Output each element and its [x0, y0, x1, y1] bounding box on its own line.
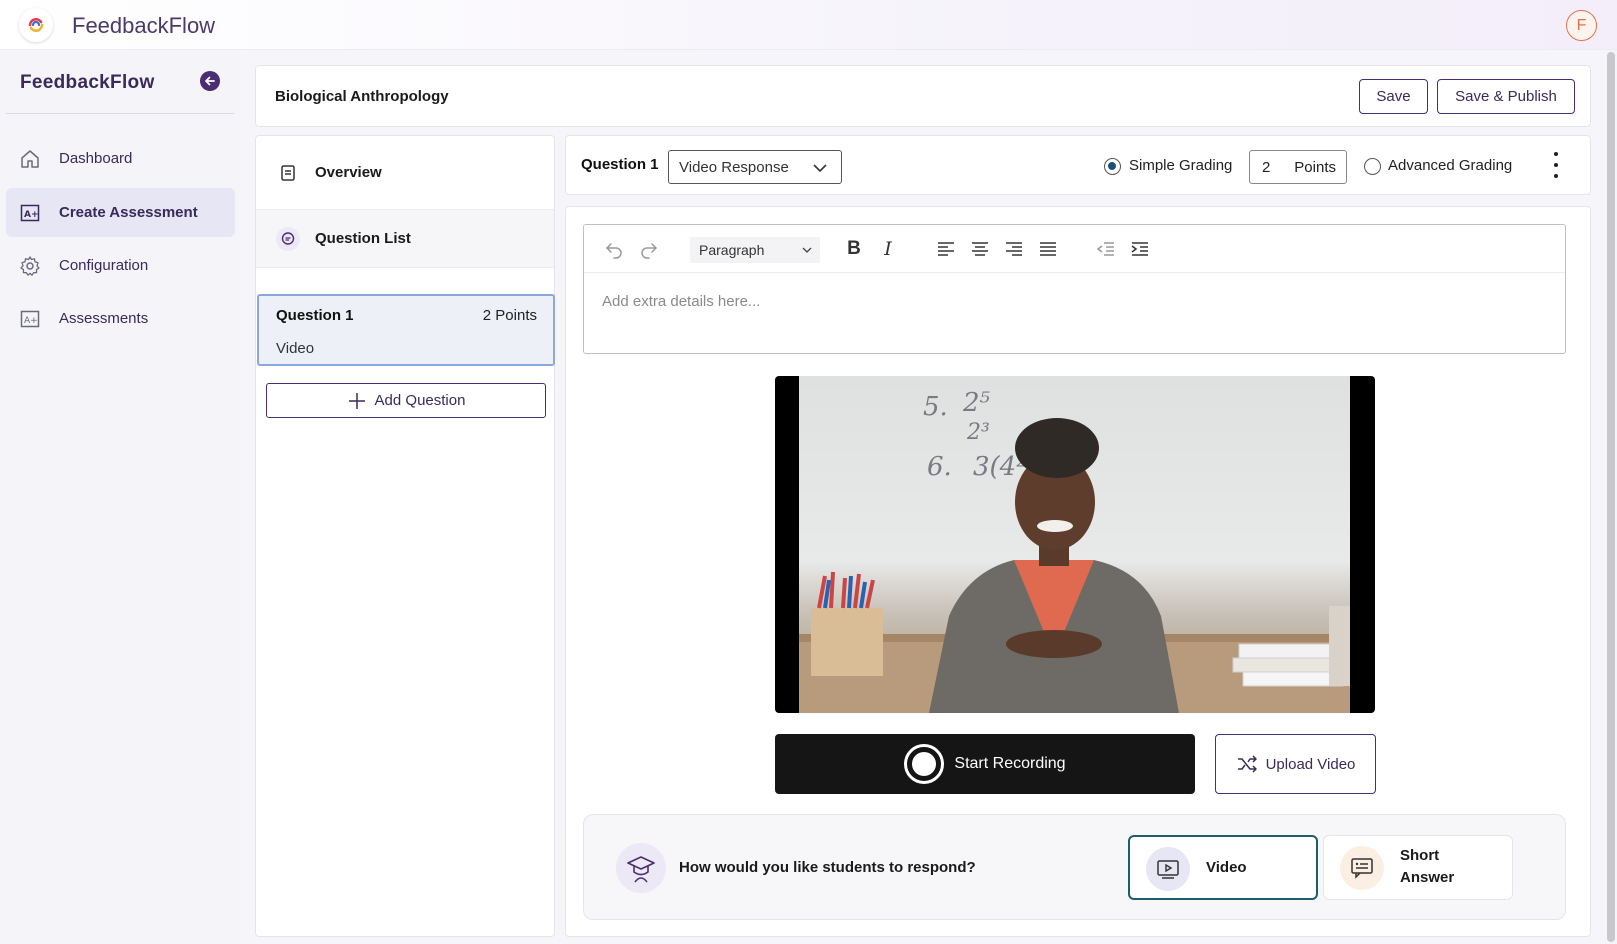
sidebar-item-label: Dashboard — [59, 150, 133, 167]
chevron-down-icon — [802, 247, 812, 253]
redo-icon[interactable] — [637, 237, 661, 261]
response-option-label: Short Answer — [1400, 847, 1455, 886]
question-type-value: Video Response — [679, 158, 789, 176]
graduation-cap-icon — [616, 843, 666, 893]
collapse-sidebar-button[interactable] — [200, 71, 220, 91]
question-list-item[interactable]: Question List — [256, 210, 554, 268]
chat-icon — [276, 226, 300, 251]
undo-icon[interactable] — [602, 237, 626, 261]
editor-placeholder: Add extra details here... — [602, 293, 761, 310]
grade-icon: A+ — [18, 201, 42, 225]
sidebar-brand: FeedbackFlow — [20, 72, 155, 93]
sidebar-divider — [6, 113, 234, 114]
add-question-button[interactable]: Add Question — [266, 383, 546, 418]
advanced-grading-label: Advanced Grading — [1388, 157, 1513, 174]
align-justify-icon[interactable] — [1036, 237, 1060, 261]
simple-grading-label: Simple Grading — [1129, 157, 1233, 174]
svg-text:A+: A+ — [24, 316, 38, 326]
overview-item[interactable]: Overview — [256, 136, 554, 210]
question-card-points: 2 Points — [482, 307, 537, 324]
question-list-label: Question List — [315, 230, 411, 247]
user-avatar[interactable]: F — [1566, 10, 1597, 41]
question-card[interactable]: Question 1 2 Points Video — [257, 294, 555, 366]
bold-icon[interactable]: B — [842, 237, 866, 261]
chevron-down-icon — [813, 164, 827, 173]
sidebar-item-label: Configuration — [59, 257, 149, 274]
editor-toolbar: Paragraph B I — [584, 225, 1565, 273]
assessment-header: Biological Anthropology Save Save & Publ… — [255, 65, 1591, 127]
response-question: How would you like students to respond? — [679, 859, 976, 876]
video-play-icon — [1146, 847, 1190, 891]
sidebar-item-label: Assessments — [59, 310, 149, 327]
svg-text:A+: A+ — [24, 210, 39, 220]
block-format-select[interactable]: Paragraph — [690, 237, 820, 263]
align-center-icon[interactable] — [968, 237, 992, 261]
scrollbar-thumb[interactable] — [1607, 52, 1615, 942]
question-editor-card: Paragraph B I Add extra details here... … — [565, 206, 1591, 937]
video-preview[interactable]: 5. 2⁵ 2³ 6. 3(4² + — [775, 376, 1375, 713]
question-card-title: Question 1 — [276, 307, 354, 324]
teacher-illustration — [799, 418, 1350, 713]
shuffle-icon — [1237, 755, 1257, 773]
start-recording-button[interactable]: Start Recording — [775, 734, 1195, 794]
question-toolbar: Question 1 Video Response Simple Grading… — [565, 135, 1591, 195]
sidebar-item-dashboard[interactable]: Dashboard — [6, 134, 235, 183]
sidebar-item-label: Create Assessment — [59, 204, 198, 221]
block-format-value: Paragraph — [699, 242, 765, 258]
home-icon — [18, 147, 42, 171]
italic-icon[interactable]: I — [876, 237, 900, 261]
gear-icon — [18, 254, 42, 278]
advanced-grading-radio[interactable] — [1364, 158, 1381, 175]
message-text-icon — [1340, 846, 1384, 890]
sidebar-item-create-assessment[interactable]: A+ Create Assessment — [6, 188, 235, 237]
sidebar-item-configuration[interactable]: Configuration — [6, 241, 235, 290]
response-option-video[interactable]: Video — [1128, 835, 1318, 900]
align-left-icon[interactable] — [934, 237, 958, 261]
simple-grading-radio[interactable] — [1104, 158, 1121, 175]
video-frame-image: 5. 2⁵ 2³ 6. 3(4² + — [799, 376, 1350, 713]
course-title: Biological Anthropology — [275, 88, 449, 105]
start-recording-label: Start Recording — [954, 755, 1066, 772]
save-button[interactable]: Save — [1359, 79, 1428, 114]
points-input[interactable]: 2 Points — [1249, 150, 1347, 184]
app-title: FeedbackFlow — [72, 13, 216, 38]
indent-icon[interactable] — [1128, 237, 1152, 261]
sidebar-item-assessments[interactable]: A+ Assessments — [6, 294, 235, 343]
points-unit: Points — [1294, 159, 1336, 176]
plus-icon — [348, 392, 365, 409]
question-label: Question 1 — [581, 156, 659, 173]
save-publish-button[interactable]: Save & Publish — [1437, 79, 1575, 114]
upload-video-button[interactable]: Upload Video — [1215, 734, 1376, 794]
record-icon — [904, 744, 945, 784]
response-option-label: Video — [1206, 859, 1247, 876]
overview-label: Overview — [315, 164, 382, 181]
arrow-left-icon — [205, 76, 215, 86]
question-panel: Overview Question List Question 1 2 Poin… — [255, 135, 555, 937]
upload-video-label: Upload Video — [1265, 755, 1356, 773]
question-card-type: Video — [276, 340, 315, 357]
points-value: 2 — [1262, 159, 1271, 176]
question-type-select[interactable]: Video Response — [668, 150, 842, 184]
add-question-label: Add Question — [374, 392, 466, 409]
response-option-short-answer[interactable]: Short Answer — [1323, 835, 1513, 900]
sidebar: FeedbackFlow Dashboard A+ Create Assessm… — [0, 50, 240, 944]
response-type-panel: How would you like students to respond? … — [583, 814, 1566, 920]
outdent-icon[interactable] — [1094, 237, 1118, 261]
align-right-icon[interactable] — [1002, 237, 1026, 261]
app-logo-icon[interactable] — [19, 8, 53, 42]
rich-text-editor[interactable]: Paragraph B I Add extra details here... — [583, 224, 1566, 354]
grade-icon: A+ — [18, 307, 42, 331]
top-bar: FeedbackFlow F — [0, 0, 1617, 50]
document-icon — [276, 161, 300, 185]
more-options-icon[interactable] — [1551, 152, 1561, 178]
